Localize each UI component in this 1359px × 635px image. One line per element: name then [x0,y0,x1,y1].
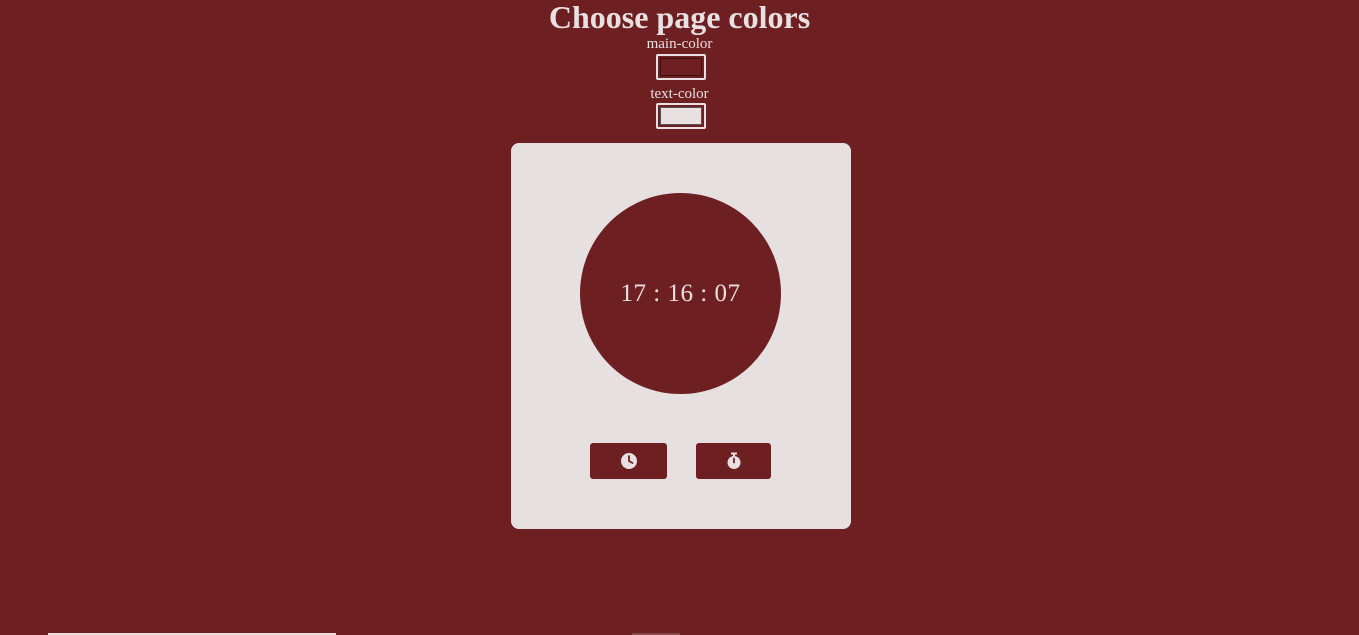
clock-time: 17 : 16 : 07 [620,279,741,307]
main-color-picker[interactable] [656,54,706,80]
page-title: Choose page colors [548,0,811,35]
clock-card: 17 : 16 : 07 [511,143,851,529]
stopwatch-icon [727,452,740,469]
main-color-label: main-color [646,36,713,52]
main-color-swatch [660,58,702,76]
clock-icon [620,453,637,469]
text-color-label: text-color [650,86,709,102]
page: Choose page colors main-color text-color… [0,0,1359,635]
clock-mode-button[interactable] [590,443,667,479]
text-color-picker[interactable] [656,103,706,129]
text-color-swatch [660,107,702,125]
stopwatch-mode-button[interactable] [696,443,771,479]
clock-face: 17 : 16 : 07 [580,193,781,394]
